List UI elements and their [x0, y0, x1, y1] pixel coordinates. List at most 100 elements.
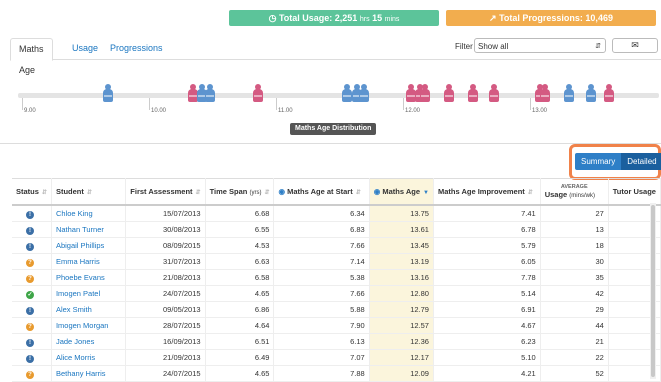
student-pin-icon[interactable] — [540, 84, 551, 104]
student-name[interactable]: Alice Morris — [51, 349, 127, 366]
student-name[interactable]: Imogen Patel — [51, 285, 127, 302]
usage-cell: 44 — [540, 317, 609, 334]
col-usage[interactable]: AVERAGE Usage (mins/wk) — [540, 178, 609, 206]
maths-age-start-cell: 7.14 — [273, 253, 370, 270]
improvement-cell: 6.78 — [433, 221, 541, 238]
distribution-track — [18, 93, 659, 98]
summary-button[interactable]: Summary — [575, 153, 622, 170]
tab-progressions[interactable]: Progressions — [102, 38, 171, 59]
col-student[interactable]: Student ⇵ — [51, 178, 127, 206]
sort-icon: ⇵ — [264, 190, 270, 196]
status-info-icon[interactable]: ! — [26, 338, 34, 347]
status-warn-icon[interactable]: ? — [26, 370, 34, 379]
email-button[interactable]: ✉ — [612, 38, 658, 53]
improvement-cell: 7.41 — [433, 205, 541, 222]
col-status[interactable]: Status ⇵ — [12, 178, 52, 206]
axis-tick-label: 11.00 — [278, 108, 293, 114]
status-info-icon[interactable]: ! — [26, 306, 34, 315]
table-row[interactable]: ! Alice Morris 21/09/2013 6.49 7.07 12.17 5.10… — [12, 349, 661, 366]
status-cell: ? — [12, 253, 52, 270]
status-cell: ✓ — [12, 285, 52, 302]
student-pin-icon[interactable] — [443, 84, 454, 104]
student-pin-icon[interactable] — [253, 84, 264, 104]
col-time-span[interactable]: Time Span (yrs) ⇵ — [205, 178, 275, 206]
table-row[interactable]: ? Bethany Harris 24/07/2015 4.65 7.88 12.09 4.… — [12, 365, 661, 382]
clock-icon: ◷ — [268, 13, 277, 23]
total-progressions-label: Total Progressions: 10,469 — [499, 13, 613, 23]
student-pin-icon[interactable] — [467, 84, 478, 104]
student-pin-icon[interactable] — [358, 84, 369, 104]
filter-label: Filter — [455, 42, 473, 51]
student-pin-icon[interactable] — [419, 84, 430, 104]
table-row[interactable]: ! Alex Smith 09/05/2013 6.86 5.88 12.79 6.91 29 — [12, 301, 661, 318]
col-first-assessment[interactable]: First Assessment ⇵ — [125, 178, 206, 206]
brain-icon: ◉ — [373, 187, 381, 196]
student-name[interactable]: Phoebe Evans — [51, 269, 127, 286]
status-info-icon[interactable]: ! — [26, 226, 34, 235]
time-span-cell: 6.68 — [205, 205, 275, 222]
usage-cell: 35 — [540, 269, 609, 286]
table-scrollbar[interactable] — [650, 203, 656, 379]
status-warn-icon[interactable]: ? — [26, 258, 34, 267]
tabs-divider — [10, 59, 661, 60]
status-warn-icon[interactable]: ? — [26, 274, 34, 283]
maths-age-start-cell: 7.07 — [273, 349, 370, 366]
total-progressions-banner: ↗ Total Progressions: 10,469 — [446, 10, 656, 26]
student-pin-icon[interactable] — [603, 84, 614, 104]
maths-age-cell: 12.57 — [369, 317, 434, 334]
table-row[interactable]: ? Emma Harris 31/07/2013 6.63 7.14 13.19 6.05 3… — [12, 253, 661, 270]
student-name[interactable]: Bethany Harris — [51, 365, 127, 382]
usage-mins: 15 — [372, 13, 383, 23]
status-ok-icon[interactable]: ✓ — [26, 290, 34, 299]
table-row[interactable]: ? Imogen Morgan 28/07/2015 4.64 7.90 12.57 4.6… — [12, 317, 661, 334]
status-info-icon[interactable]: ! — [26, 242, 34, 251]
student-name[interactable]: Nathan Turner — [51, 221, 127, 238]
table-row[interactable]: ✓ Imogen Patel 24/07/2015 4.65 7.66 12.80 5.14… — [12, 285, 661, 302]
student-name[interactable]: Chloe King — [51, 205, 127, 222]
status-cell: ! — [12, 301, 52, 318]
student-name[interactable]: Emma Harris — [51, 253, 127, 270]
sort-icon: ⇵ — [527, 190, 533, 196]
student-name[interactable]: Alex Smith — [51, 301, 127, 318]
total-usage-banner: ◷ Total Usage: 2,251 hrs 15 mins — [229, 10, 439, 26]
axis-tick-label: 13.00 — [532, 108, 548, 114]
first-assessment-cell: 30/08/2013 — [125, 221, 206, 238]
status-info-icon[interactable]: ! — [26, 354, 34, 363]
table-row[interactable]: ! Chloe King 15/07/2013 6.68 6.34 13.75 7.41 27 — [12, 205, 661, 222]
status-info-icon[interactable]: ! — [26, 210, 34, 219]
tab-maths-age[interactable]: Maths Age — [10, 38, 53, 75]
maths-age-cell: 12.80 — [369, 285, 434, 302]
tab-usage[interactable]: Usage — [64, 38, 106, 59]
section-divider — [0, 143, 661, 144]
detailed-button[interactable]: Detailed — [621, 153, 661, 170]
col-improvement[interactable]: Maths Age Improvement ⇵ — [433, 178, 541, 206]
student-pin-icon[interactable] — [342, 84, 353, 104]
table-row[interactable]: ! Abigail Phillips 08/09/2015 4.53 7.66 13.45… — [12, 237, 661, 254]
table-row[interactable]: ? Phoebe Evans 21/08/2013 6.58 5.38 13.16 7.78… — [12, 269, 661, 286]
student-pin-icon[interactable] — [103, 84, 114, 104]
col-tutor-usage[interactable]: Tutor Usage — [608, 178, 661, 206]
improvement-cell: 7.78 — [433, 269, 541, 286]
col-maths-age[interactable]: ◉ Maths Age ▼ — [369, 178, 434, 206]
status-warn-icon[interactable]: ? — [26, 322, 34, 331]
brain-icon: ◉ — [278, 187, 286, 196]
table-row[interactable]: ! Jade Jones 16/09/2013 6.51 6.13 12.36 6.23 21 — [12, 333, 661, 350]
student-pin-icon[interactable] — [204, 84, 215, 104]
student-pin-icon[interactable] — [564, 84, 575, 104]
student-pin-icon[interactable] — [585, 84, 596, 104]
maths-age-start-cell: 7.66 — [273, 285, 370, 302]
student-pin-icon[interactable] — [489, 84, 500, 104]
usage-cell: 18 — [540, 237, 609, 254]
axis-tick-label: 12.00 — [405, 108, 421, 114]
table-row[interactable]: ! Nathan Turner 30/08/2013 6.55 6.83 13.61 6.7… — [12, 221, 661, 238]
scrollbar-thumb[interactable] — [651, 205, 655, 377]
col-maths-age-start[interactable]: ◉ Maths Age at Start ⇵ — [273, 178, 370, 206]
filter-select[interactable]: Show all ⇵ — [474, 38, 606, 53]
maths-age-cell: 13.16 — [369, 269, 434, 286]
student-name[interactable]: Jade Jones — [51, 333, 127, 350]
student-name[interactable]: Abigail Phillips — [51, 237, 127, 254]
axis-tick — [403, 98, 404, 110]
student-name[interactable]: Imogen Morgan — [51, 317, 127, 334]
sort-icon: ⇵ — [355, 190, 361, 196]
axis-tick-label: 10.00 — [151, 108, 167, 114]
